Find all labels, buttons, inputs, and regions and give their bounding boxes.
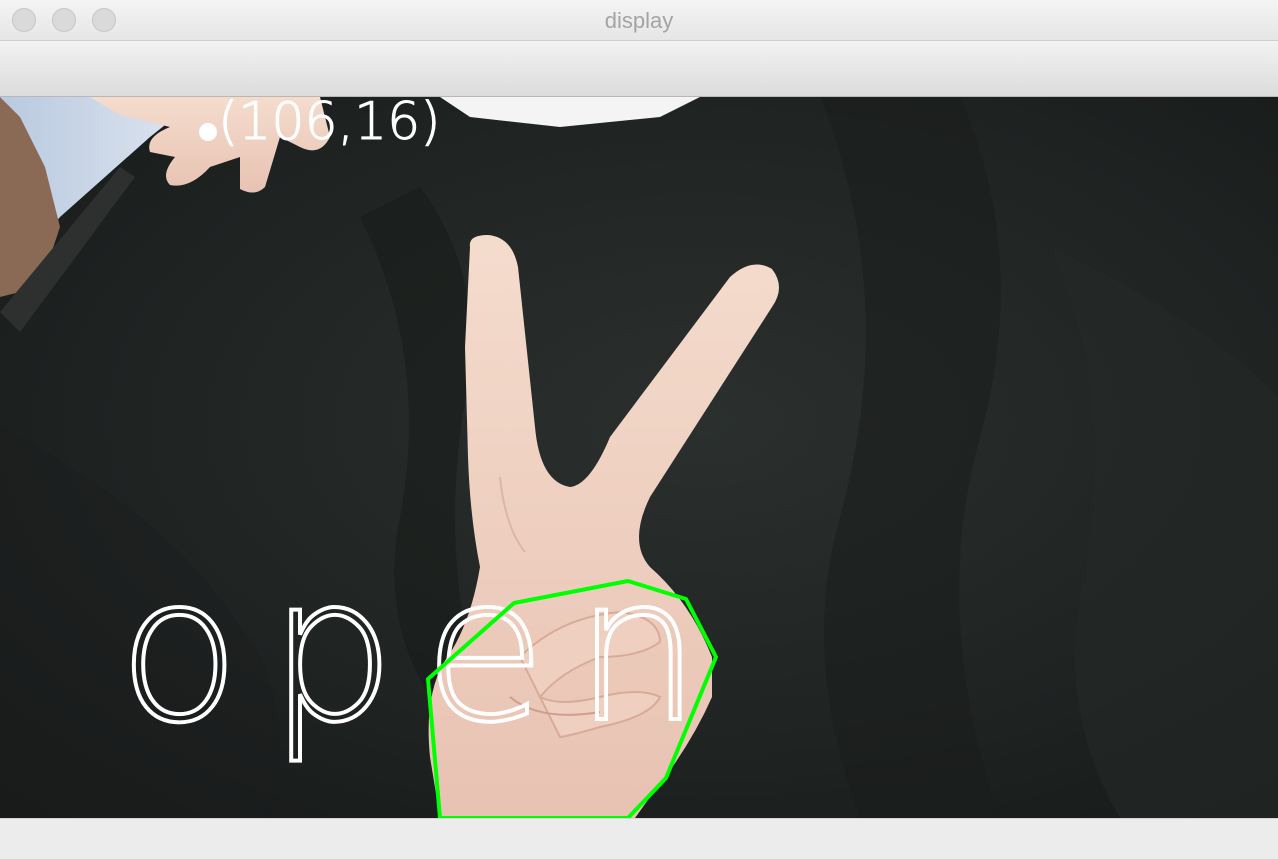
display-window: display (106,16) open: [0, 0, 1278, 859]
title-bar[interactable]: display: [0, 0, 1278, 41]
window-title: display: [604, 8, 674, 33]
toolbar: [0, 41, 1278, 97]
gesture-label: open: [118, 534, 729, 767]
camera-frame: (106,16) open: [0, 97, 1278, 818]
status-bar: [0, 818, 1278, 859]
coordinate-readout: (106,16): [218, 97, 441, 152]
tracking-point-marker: [199, 123, 217, 141]
